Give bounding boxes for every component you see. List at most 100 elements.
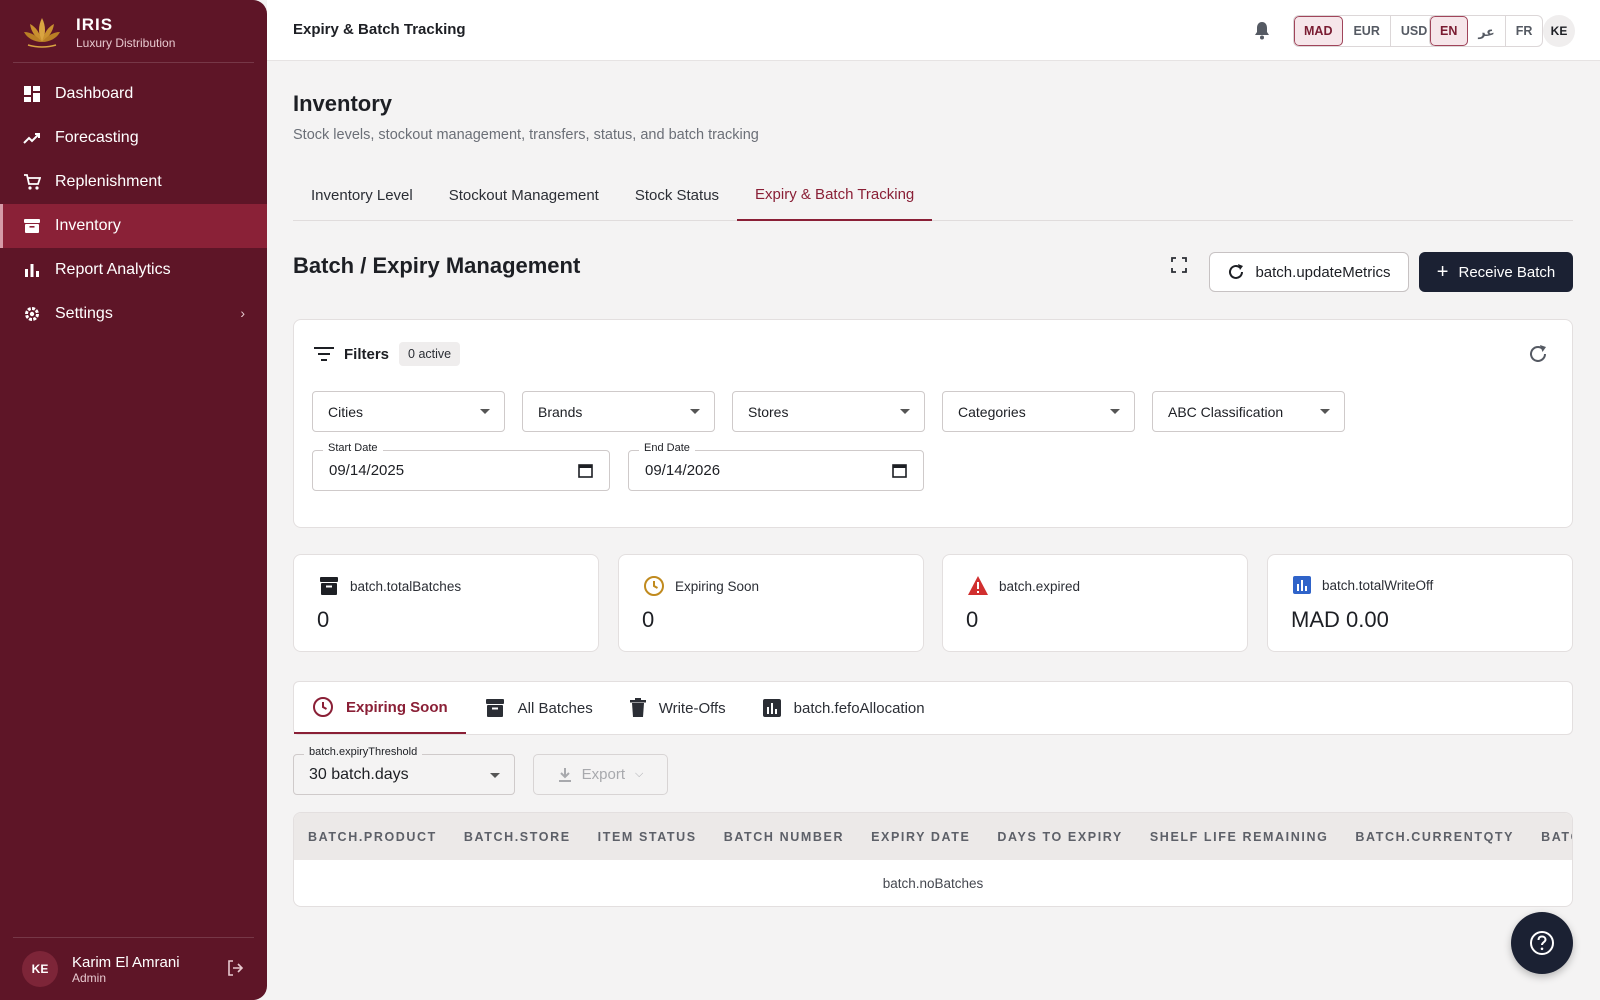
table-header: BATCH.PRODUCT BATCH.STORE ITEM STATUS BA… — [294, 813, 1572, 860]
dashboard-icon — [23, 85, 41, 103]
export-button[interactable]: Export ⌵ — [533, 754, 668, 795]
currency-option-eur[interactable]: EUR — [1343, 16, 1391, 46]
tab-stock-status[interactable]: Stock Status — [617, 169, 737, 221]
kpi-label: batch.totalWriteOff — [1322, 577, 1434, 593]
kpi-label: Expiring Soon — [675, 578, 760, 594]
empty-state: batch.noBatches — [882, 876, 984, 891]
expiry-threshold-value: 30 batch.days — [309, 765, 409, 783]
tab-stockout-management[interactable]: Stockout Management — [431, 169, 617, 221]
start-date-value: 09/14/2025 — [329, 462, 405, 479]
kpi-value: 0 — [966, 607, 979, 632]
bar-chart-icon — [23, 261, 41, 279]
kpi-label: batch.totalBatches — [350, 578, 462, 594]
sidebar-item-replenishment[interactable]: Replenishment — [0, 160, 267, 204]
start-date-label: Start Date — [323, 442, 383, 454]
categories-select[interactable]: Categories — [942, 391, 1135, 432]
column-header[interactable]: DAYS TO EXPIRY — [983, 830, 1135, 844]
kpi-expired: batch.expired 0 — [942, 554, 1248, 652]
tab-label: Write-Offs — [658, 699, 726, 717]
caret-down-icon — [480, 409, 490, 414]
stores-select[interactable]: Stores — [732, 391, 925, 432]
column-header[interactable]: BATCH.CURRENTQTY — [1341, 830, 1527, 844]
abc-classification-select[interactable]: ABC Classification — [1152, 391, 1345, 432]
fullscreen-icon[interactable] — [1171, 257, 1187, 278]
kpi-value: MAD 0.00 — [1291, 607, 1389, 632]
inventory-tabs: Inventory Level Stockout Management Stoc… — [293, 169, 1573, 221]
language-option-ar[interactable]: عر — [1468, 16, 1506, 46]
section-title: Batch / Expiry Management — [293, 253, 581, 278]
sidebar-divider — [13, 62, 254, 63]
tab-fefo-allocation[interactable]: batch.fefoAllocation — [744, 682, 943, 734]
brand[interactable]: IRIS Luxury Distribution — [22, 14, 175, 50]
currency-option-mad[interactable]: MAD — [1294, 16, 1344, 46]
kpi-value: 0 — [317, 607, 330, 632]
avatar[interactable]: KE — [1543, 15, 1575, 47]
tab-write-offs[interactable]: Write-Offs — [611, 682, 744, 734]
cities-select[interactable]: Cities — [312, 391, 505, 432]
logout-icon[interactable] — [226, 959, 244, 982]
active-filters-badge: 0 active — [399, 342, 461, 366]
chevron-right-icon: › — [240, 305, 245, 321]
download-icon — [558, 767, 571, 782]
refresh-icon — [1229, 264, 1244, 279]
user-name: Karim El Amrani — [72, 953, 180, 971]
update-metrics-button[interactable]: batch.updateMetrics — [1209, 252, 1409, 292]
brand-name: IRIS — [76, 14, 114, 34]
calendar-icon[interactable] — [892, 463, 907, 482]
brands-select[interactable]: Brands — [522, 391, 715, 432]
caret-down-icon — [1110, 409, 1120, 414]
clock-icon — [313, 697, 333, 717]
expiry-threshold-select[interactable]: batch.expiryThreshold 30 batch.days — [293, 746, 515, 795]
cart-icon — [23, 173, 41, 191]
bar-chart-icon — [762, 699, 781, 717]
sidebar-item-label: Settings — [55, 305, 113, 322]
caret-down-icon — [690, 409, 700, 414]
stores-select-label: Stores — [748, 403, 789, 420]
archive-icon — [23, 217, 41, 235]
warning-icon — [968, 576, 988, 595]
tab-all-batches[interactable]: All Batches — [466, 682, 611, 734]
tab-expiring-soon[interactable]: Expiring Soon — [294, 682, 466, 734]
sidebar-item-settings[interactable]: Settings › — [0, 292, 267, 336]
avatar[interactable]: KE — [22, 951, 58, 987]
reset-filters-icon[interactable] — [1528, 344, 1548, 369]
kpi-value: 0 — [642, 607, 655, 632]
receive-batch-button[interactable]: + Receive Batch — [1419, 252, 1573, 292]
help-button[interactable] — [1511, 912, 1573, 974]
tab-inventory-level[interactable]: Inventory Level — [293, 169, 431, 221]
calendar-icon[interactable] — [578, 463, 593, 482]
column-header[interactable]: ITEM STATUS — [584, 830, 710, 844]
sidebar-item-dashboard[interactable]: Dashboard — [0, 72, 267, 116]
filters-title: Filters — [344, 345, 390, 363]
plus-icon: + — [1436, 261, 1449, 283]
sidebar-item-forecasting[interactable]: Forecasting — [0, 116, 267, 160]
sidebar-item-inventory[interactable]: Inventory — [0, 204, 267, 248]
batches-table: BATCH.PRODUCT BATCH.STORE ITEM STATUS BA… — [293, 812, 1573, 907]
filters-panel: Filters 0 active Cities Brands Stores Ca… — [293, 319, 1573, 528]
trash-icon — [629, 698, 646, 717]
cities-select-label: Cities — [328, 403, 364, 420]
kpi-expiring-soon: Expiring Soon 0 — [618, 554, 924, 652]
column-header[interactable]: BATCH.V... — [1527, 830, 1572, 844]
brands-select-label: Brands — [538, 403, 583, 420]
tab-expiry-batch-tracking[interactable]: Expiry & Batch Tracking — [737, 169, 933, 221]
help-icon — [1530, 931, 1554, 955]
expiry-threshold-label: batch.expiryThreshold — [304, 746, 423, 758]
sidebar-item-label: Inventory — [55, 217, 121, 234]
end-date-field[interactable]: End Date 09/14/2026 — [628, 442, 924, 491]
language-option-en[interactable]: EN — [1430, 16, 1469, 46]
column-header[interactable]: BATCH.PRODUCT — [294, 830, 450, 844]
start-date-field[interactable]: Start Date 09/14/2025 — [312, 442, 610, 491]
language-option-fr[interactable]: FR — [1506, 16, 1543, 46]
bell-icon[interactable] — [1253, 20, 1271, 45]
column-header[interactable]: BATCH.STORE — [450, 830, 584, 844]
column-header[interactable]: BATCH NUMBER — [710, 830, 857, 844]
caret-down-icon — [490, 773, 500, 778]
user-role: Admin — [72, 970, 107, 985]
archive-icon — [320, 577, 338, 595]
categories-select-label: Categories — [958, 403, 1026, 420]
column-header[interactable]: EXPIRY DATE — [857, 830, 983, 844]
sidebar-item-report-analytics[interactable]: Report Analytics — [0, 248, 267, 292]
update-metrics-label: batch.updateMetrics — [1255, 263, 1391, 281]
column-header[interactable]: SHELF LIFE REMAINING — [1136, 830, 1342, 844]
